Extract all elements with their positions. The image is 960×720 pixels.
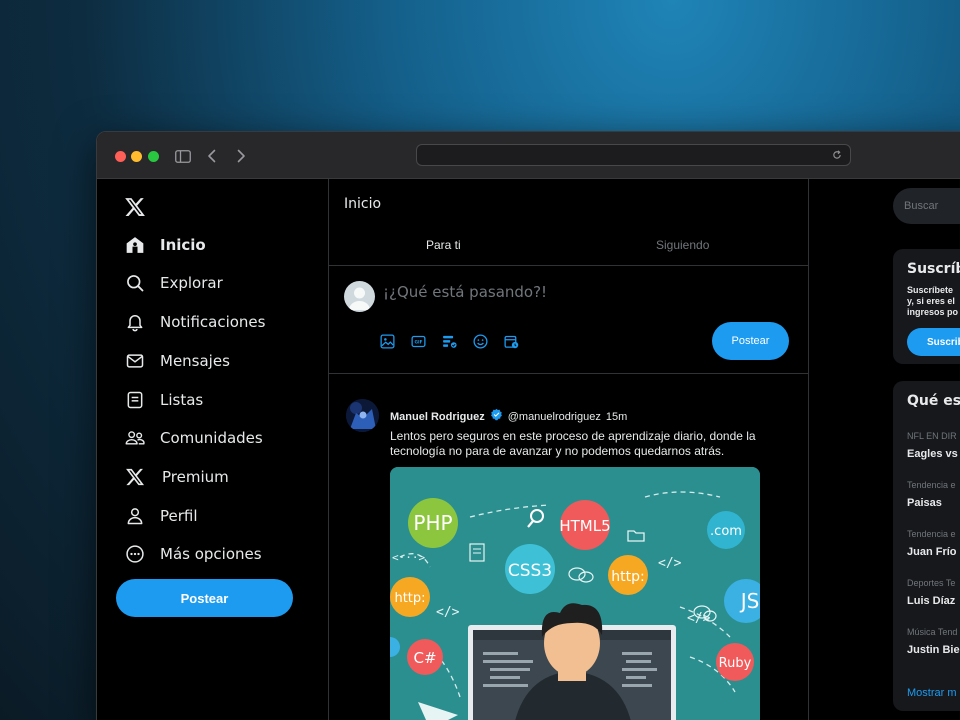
image-label-code-dots: <···> [392,551,425,564]
divider [329,373,808,374]
sidebar-item-label: Inicio [160,236,206,254]
sidebar-item-label: Perfil [160,507,198,525]
sidebar-item-comunidades[interactable]: Comunidades [124,424,263,452]
poll-icon[interactable] [440,332,458,350]
browser-window: Inicio Explorar Notificaciones Mensajes [96,131,960,720]
divider [329,265,808,266]
subscribe-button[interactable]: Suscrib [907,328,960,356]
image-label-css3: CSS3 [508,561,552,581]
sidebar-item-explorar[interactable]: Explorar [124,269,223,297]
image-label-js: JS [739,589,760,613]
people-icon [124,427,146,449]
tweet-header: Manuel Rodriguez @manuelrodriguez 15m [390,408,627,426]
list-icon [124,389,146,411]
compose-post-button[interactable]: Postear [712,322,789,360]
browser-toolbar [97,132,960,179]
gif-icon[interactable]: GIF [409,332,427,350]
image-label-com: .com [710,524,742,539]
trend-category: NFL EN DIR [907,431,957,441]
image-icon[interactable] [378,332,396,350]
sidebar-item-inicio[interactable]: Inicio [124,231,206,259]
sidebar-item-label: Notificaciones [160,313,266,331]
sidebar-item-mas-opciones[interactable]: Más opciones [124,540,262,568]
sidebar-item-label: Mensajes [160,352,230,370]
sidebar-item-mensajes[interactable]: Mensajes [124,347,230,375]
sidebar-item-listas[interactable]: Listas [124,386,203,414]
sidebar-item-perfil[interactable]: Perfil [124,502,198,530]
tab-siguiendo[interactable]: Siguiendo [656,238,709,252]
sidebar: Inicio Explorar Notificaciones Mensajes [97,179,328,720]
image-label-csharp: C# [413,649,436,667]
minimize-window-button[interactable] [131,151,142,162]
back-icon[interactable] [202,146,222,166]
trends-card: Qué est NFL EN DIR Eagles vs C Tendencia… [893,381,960,711]
avatar[interactable] [344,281,375,312]
tweet-handle[interactable]: @manuelrodriguez [508,411,601,423]
home-icon [124,234,146,256]
page-content: Inicio Explorar Notificaciones Mensajes [97,179,960,720]
trend-category: Tendencia e [907,529,956,539]
sidebar-item-label: Premium [162,468,229,486]
trend-category: Deportes Te [907,578,956,588]
subscribe-title: Suscríbe [907,261,960,277]
tab-para-ti[interactable]: Para ti [426,238,461,252]
search-input[interactable]: Buscar [893,188,960,224]
forward-icon[interactable] [231,146,251,166]
schedule-icon[interactable] [502,332,520,350]
tweet-timestamp[interactable]: 15m [606,411,627,423]
tweet-image[interactable]: PHP HTML5 .com CSS3 http: http: JS C# Ru… [390,467,760,720]
person-icon [124,505,146,527]
sidebar-item-label: Listas [160,391,204,409]
show-more-link[interactable]: Mostrar m [907,687,957,699]
sidebar-item-label: Más opciones [160,545,262,563]
trend-category: Tendencia e [907,480,956,490]
feed: Inicio Para ti Siguiendo ¡¿Qué está pasa… [328,179,809,720]
envelope-icon [124,350,146,372]
address-bar[interactable] [416,144,851,166]
image-label-tag-2: </> [658,556,682,571]
close-window-button[interactable] [115,151,126,162]
page-title: Inicio [344,196,382,212]
sidebar-toggle-icon[interactable] [173,146,193,166]
compose-input[interactable]: ¡¿Qué está pasando?! [383,283,547,301]
subscribe-description: Suscríbete y, si eres el ingresos po [907,285,959,317]
search-icon [124,272,146,294]
trend-category: Música Tend [907,627,958,637]
tweet-author-name[interactable]: Manuel Rodriguez [390,411,485,423]
image-label-html5: HTML5 [559,517,610,535]
image-label-ruby: Ruby [719,656,752,671]
trend-item[interactable]: Eagles vs C [907,448,960,460]
trend-item[interactable]: Juan Frío [907,546,957,558]
sidebar-item-label: Explorar [160,274,223,292]
post-button[interactable]: Postear [116,579,293,617]
trend-item[interactable]: Justin Biel [907,644,960,656]
image-label-php: PHP [413,511,452,535]
subscribe-card: Suscríbe Suscríbete y, si eres el ingres… [893,249,960,364]
bell-icon [124,311,146,333]
image-label-tag-1: </> [436,605,460,620]
reload-icon[interactable] [830,148,844,162]
sidebar-item-premium[interactable]: Premium [124,463,229,491]
x-logo-icon[interactable] [124,196,146,218]
image-label-http-2: http: [394,591,425,606]
verified-badge-icon [490,408,503,426]
emoji-icon[interactable] [471,332,489,350]
trend-item[interactable]: Paisas [907,497,942,509]
sidebar-item-notificaciones[interactable]: Notificaciones [124,308,265,336]
tweet-text: Lentos pero seguros en este proceso de a… [390,429,756,458]
trends-title: Qué est [907,393,960,409]
svg-text:GIF: GIF [414,339,422,345]
image-label-http-1: http: [611,569,644,585]
avatar[interactable] [346,399,379,432]
right-column: Buscar Suscríbe Suscríbete y, si eres el… [809,179,960,720]
image-label-tag-3: </> [687,611,711,626]
trend-item[interactable]: Luis Díaz [907,595,955,607]
x-logo-icon [124,466,146,488]
more-icon [124,543,146,565]
sidebar-item-label: Comunidades [160,429,263,447]
maximize-window-button[interactable] [148,151,159,162]
